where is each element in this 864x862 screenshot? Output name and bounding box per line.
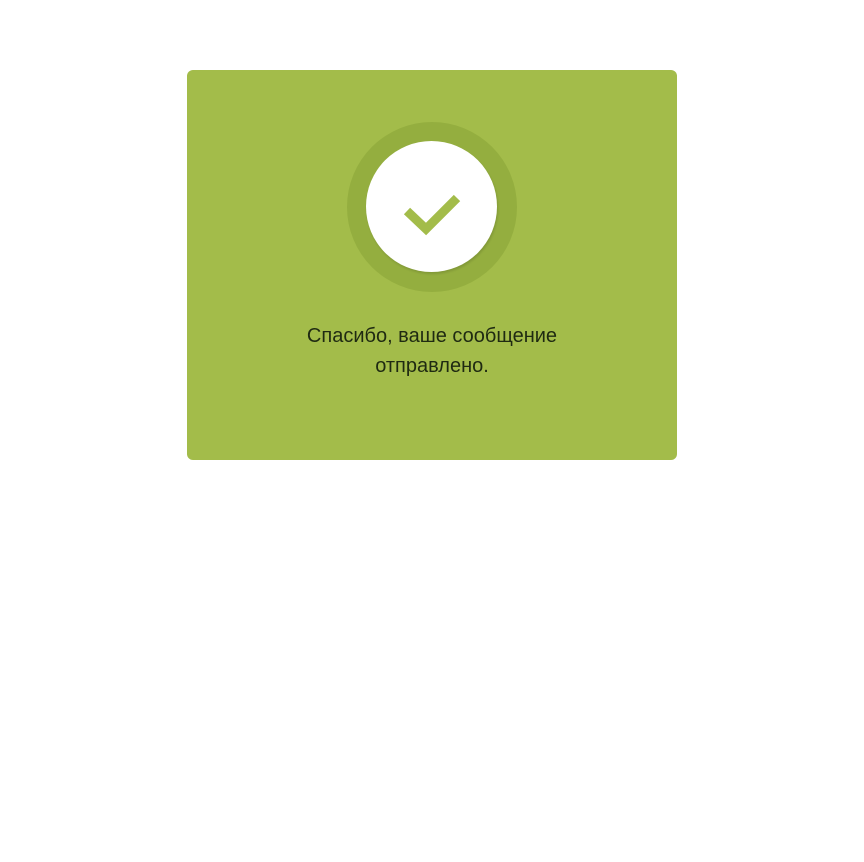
page: Спасибо, ваше сообщение отправлено. [0,0,864,862]
success-icon-disc [366,141,497,272]
success-icon-ring [347,122,517,292]
confirmation-message: Спасибо, ваше сообщение отправлено. [306,325,558,377]
success-card: Спасибо, ваше сообщение отправлено. [187,70,677,460]
checkmark-icon [403,194,461,236]
